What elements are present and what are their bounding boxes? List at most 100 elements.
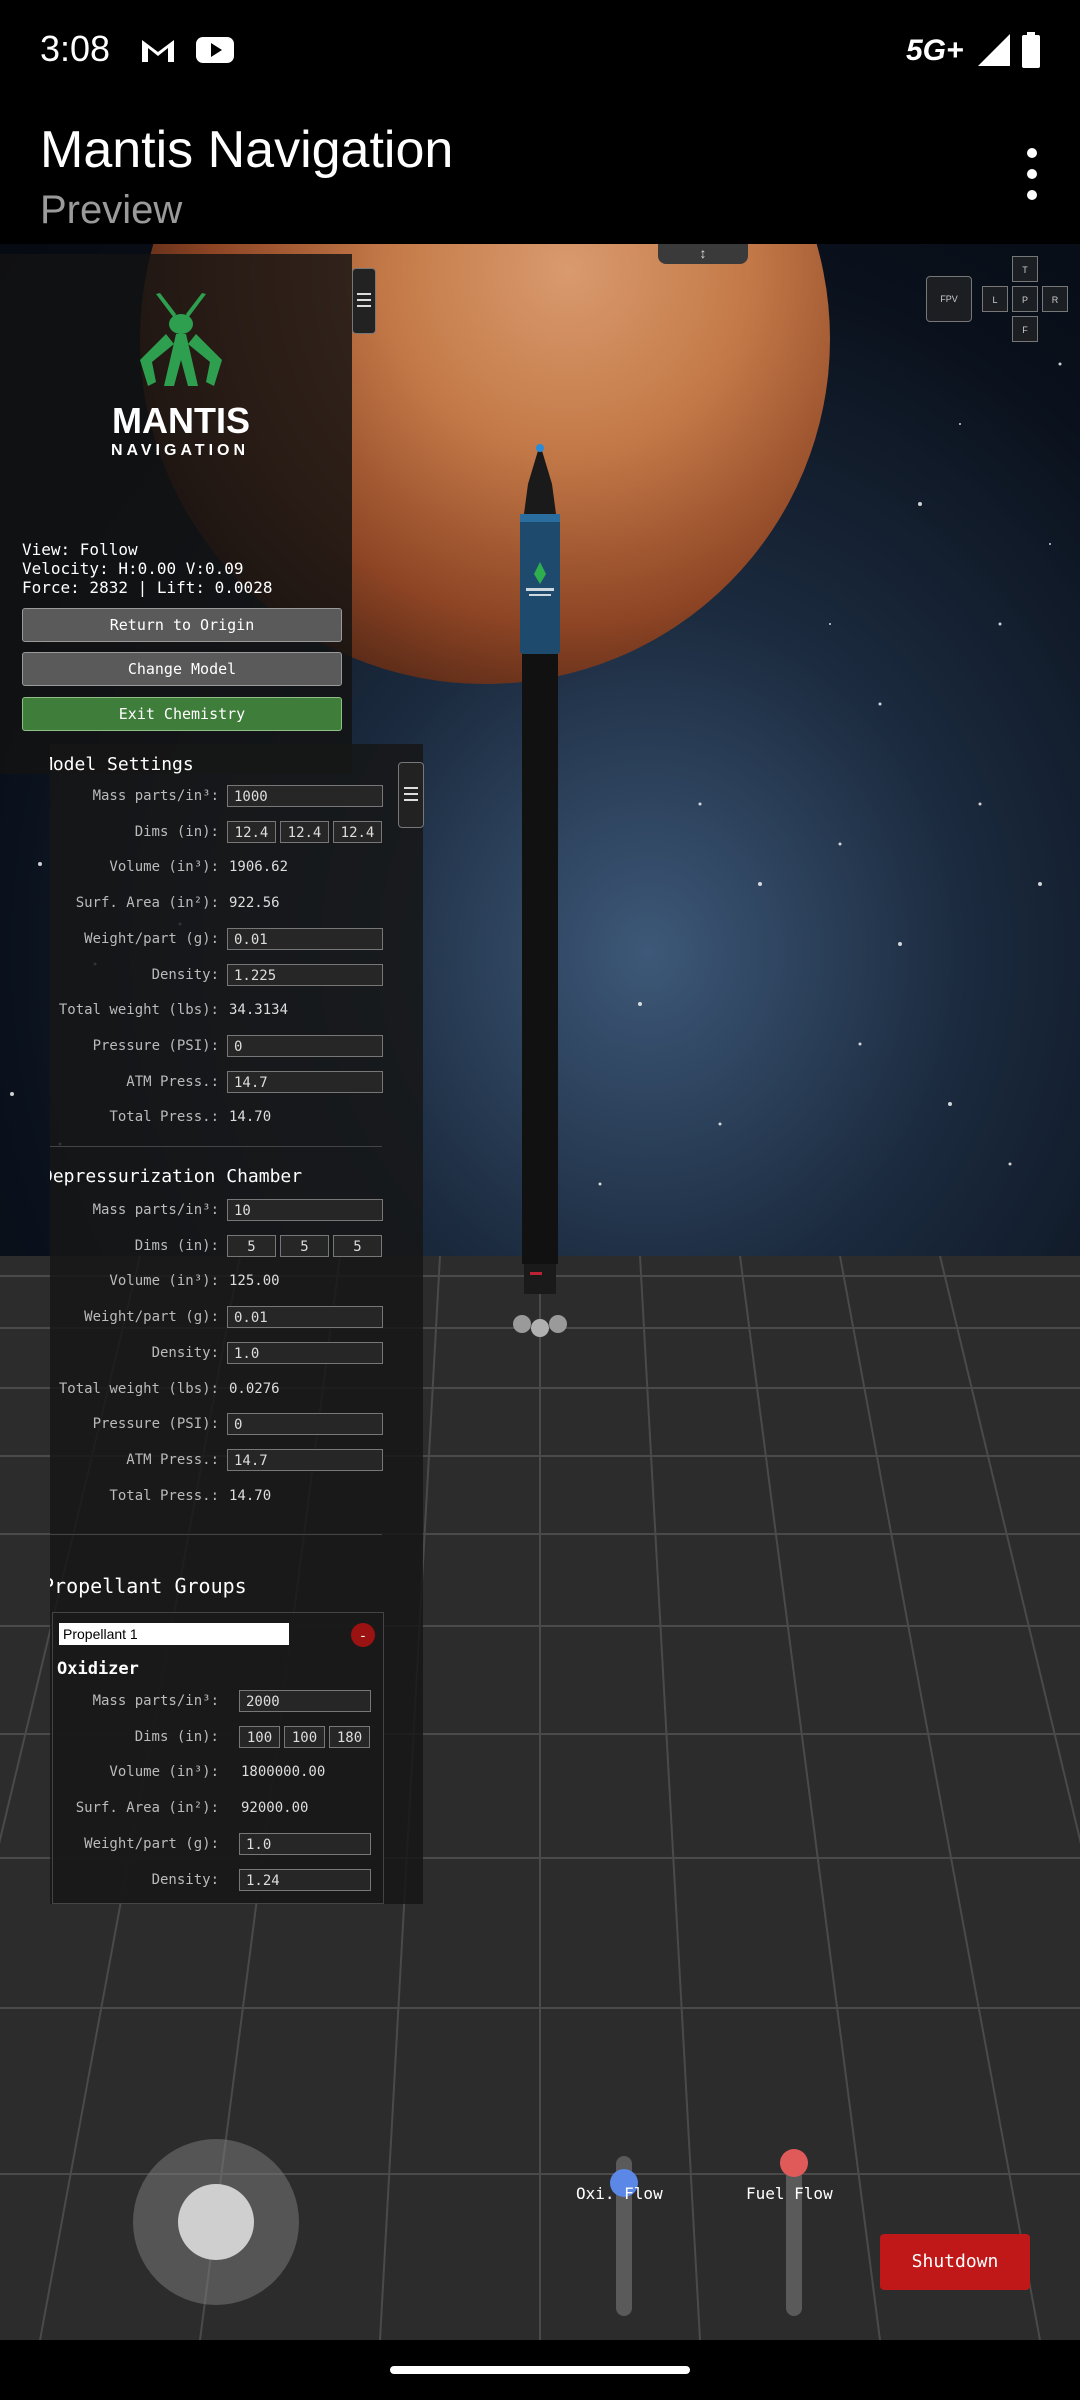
- force-readout: Force: 2832 | Lift: 0.0028: [22, 578, 273, 597]
- fuel-flow-label: Fuel Flow: [746, 2184, 833, 2203]
- camera-perspective-button[interactable]: P: [1012, 286, 1038, 312]
- row-value: 92000.00: [241, 1800, 309, 1817]
- row-label: Pressure (PSI):: [92, 1416, 219, 1433]
- scene-view[interactable]: ↕ FPV T L P R F MANTIS NAVIGATION View: …: [0, 244, 1080, 2340]
- propellant-card: Propellant 1 - Oxidizer Mass parts/in³: 2…: [52, 1612, 384, 1904]
- row-label: Density:: [151, 1871, 219, 1888]
- status-bar: 3:08 5G+: [0, 0, 1080, 104]
- hud-menu-toggle[interactable]: [352, 268, 376, 334]
- row-value: 14.70: [229, 1109, 272, 1126]
- camera-left-button[interactable]: L: [982, 286, 1008, 312]
- shutdown-button[interactable]: Shutdown: [880, 2234, 1030, 2290]
- dim-input[interactable]: 180: [329, 1725, 370, 1748]
- row-value: 125.00: [229, 1273, 280, 1290]
- joystick-knob[interactable]: [178, 2184, 254, 2260]
- top-drag-handle[interactable]: ↕: [658, 244, 748, 264]
- row-label: ATM Press.:: [126, 1073, 219, 1090]
- velocity-readout: Velocity: H:0.00 V:0.09: [22, 559, 244, 578]
- row-input[interactable]: 1.24: [239, 1868, 371, 1891]
- dim-input[interactable]: 5: [227, 1234, 276, 1257]
- app-bar: Mantis Navigation Preview: [0, 104, 1080, 244]
- oxidizer-title: Oxidizer: [57, 1659, 139, 1679]
- camera-top-button[interactable]: T: [1012, 256, 1038, 282]
- row-input[interactable]: 1000: [227, 785, 383, 807]
- dim-input[interactable]: 5: [333, 1234, 382, 1257]
- row-label: Pressure (PSI):: [92, 1037, 219, 1054]
- row-label: Density:: [151, 966, 219, 983]
- row-value: 1906.62: [229, 859, 289, 876]
- row-input[interactable]: 14.7: [227, 1070, 383, 1093]
- row-label: Volume (in³):: [109, 1764, 219, 1781]
- row-value: 14.70: [229, 1487, 272, 1504]
- battery-icon: [1022, 32, 1040, 68]
- status-time: 3:08: [40, 28, 111, 69]
- dim-input[interactable]: 12.4: [333, 820, 382, 843]
- row-label: Mass parts/in³:: [92, 788, 219, 804]
- camera-right-button[interactable]: R: [1042, 286, 1068, 312]
- depressurization-title: Depressurization Chamber: [50, 1166, 303, 1187]
- view-readout: View: Follow: [22, 540, 138, 559]
- row-value: 0.0276: [229, 1380, 280, 1397]
- fpv-camera-button[interactable]: FPV: [926, 276, 972, 322]
- fuel-flow-thumb[interactable]: [780, 2149, 808, 2177]
- overflow-menu-icon[interactable]: [1012, 148, 1052, 204]
- dim-input[interactable]: 12.4: [227, 820, 276, 843]
- row-label: Weight/part (g):: [84, 1309, 219, 1326]
- row-label: Surf. Area (in²):: [75, 895, 219, 912]
- gmail-icon: [142, 40, 174, 62]
- row-label: Dims (in):: [134, 1728, 219, 1745]
- camera-front-button[interactable]: F: [1012, 316, 1038, 342]
- oxi-flow-label: Oxi. Flow: [576, 2184, 663, 2203]
- logo-subtitle: NAVIGATION: [110, 442, 250, 459]
- remove-propellant-button[interactable]: -: [351, 1623, 375, 1647]
- row-input[interactable]: 0.01: [227, 927, 383, 950]
- dim-input[interactable]: 100: [239, 1725, 280, 1748]
- row-input[interactable]: 2000: [239, 1690, 371, 1712]
- row-label: Mass parts/in³:: [92, 1693, 219, 1709]
- row-input[interactable]: 0: [227, 1034, 383, 1057]
- section-divider: [50, 1146, 382, 1147]
- row-input[interactable]: 1.0: [227, 1341, 383, 1364]
- mantis-logo-icon: [140, 293, 222, 386]
- row-label: Density:: [151, 1344, 219, 1361]
- propellant-name-input[interactable]: Propellant 1: [59, 1623, 289, 1645]
- row-label: Weight/part (g):: [84, 930, 219, 947]
- row-input[interactable]: 0.01: [227, 1306, 383, 1329]
- network-type: 5G+: [906, 34, 964, 67]
- row-input[interactable]: 14.7: [227, 1448, 383, 1471]
- home-gesture-handle[interactable]: [390, 2366, 690, 2374]
- signal-icon: [978, 34, 1010, 66]
- return-to-origin-button[interactable]: Return to Origin: [22, 608, 342, 642]
- row-label: Volume (in³):: [109, 1273, 219, 1290]
- row-value: 34.3134: [229, 1002, 289, 1019]
- row-label: Weight/part (g):: [84, 1835, 219, 1852]
- row-value: 1800000.00: [241, 1764, 326, 1781]
- row-label: Total weight (lbs):: [58, 1002, 219, 1019]
- row-label: Surf. Area (in²):: [75, 1800, 219, 1817]
- row-label: ATM Press.:: [126, 1451, 219, 1468]
- system-nav-bar: [0, 2340, 1080, 2400]
- model-settings-title: Model Settings: [50, 754, 194, 775]
- rocket-model: [512, 444, 568, 1344]
- row-input[interactable]: 1.225: [227, 963, 383, 986]
- movement-joystick[interactable]: [133, 2139, 299, 2305]
- hud-panel: MANTIS NAVIGATION View: Follow Velocity:…: [0, 254, 352, 774]
- dim-input[interactable]: 12.4: [280, 820, 329, 843]
- row-input[interactable]: 0: [227, 1413, 383, 1436]
- change-model-button[interactable]: Change Model: [22, 652, 342, 686]
- row-label: Total Press.:: [109, 1109, 219, 1126]
- dim-input[interactable]: 5: [280, 1234, 329, 1257]
- exit-chemistry-button[interactable]: Exit Chemistry: [22, 697, 342, 731]
- row-label: Total weight (lbs):: [58, 1380, 219, 1397]
- app-subtitle: Preview: [40, 188, 183, 232]
- row-input[interactable]: 1.0: [239, 1832, 371, 1855]
- settings-panel[interactable]: Model Settings Mass parts/in³: 1000 Dims (…: [50, 744, 423, 1904]
- dim-input[interactable]: 100: [284, 1725, 325, 1748]
- row-label: Total Press.:: [109, 1487, 219, 1504]
- logo-title: MANTIS: [112, 400, 250, 441]
- row-label: Dims (in):: [134, 823, 219, 840]
- settings-menu-toggle[interactable]: [398, 762, 424, 828]
- fuel-flow-slider[interactable]: [786, 2156, 802, 2316]
- row-input[interactable]: 10: [227, 1199, 383, 1221]
- app-title: Mantis Navigation: [40, 121, 454, 179]
